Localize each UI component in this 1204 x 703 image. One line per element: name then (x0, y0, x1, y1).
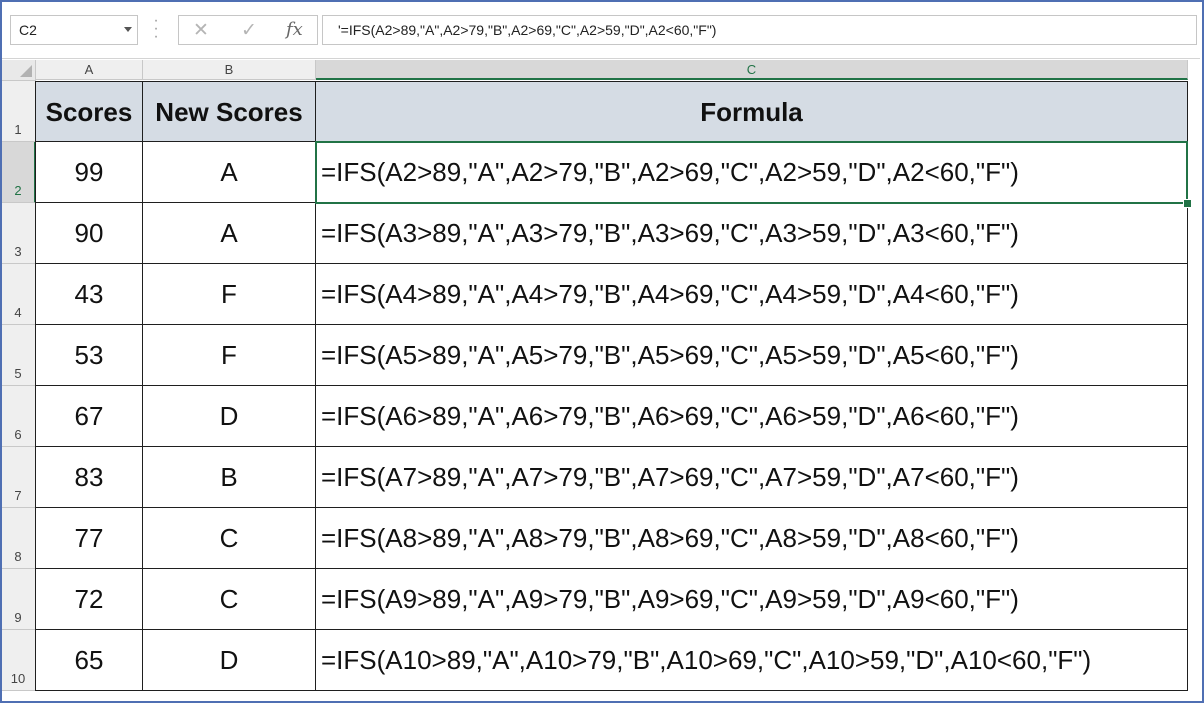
cell-a7[interactable]: 83 (36, 447, 143, 508)
cell-b2[interactable]: A (143, 142, 316, 203)
row-header-4[interactable]: 4 (2, 264, 36, 325)
cell-c5[interactable]: =IFS(A5>89,"A",A5>79,"B",A5>69,"C",A5>59… (316, 325, 1188, 386)
row-header-2[interactable]: 2 (2, 142, 36, 203)
formula-bar: C2 · · · ✕ ✓ fx '=IFS(A2>89,"A",A2>79,"B",… (2, 2, 1200, 59)
cell-b5[interactable]: F (143, 325, 316, 386)
cell-c10[interactable]: =IFS(A10>89,"A",A10>79,"B",A10>69,"C",A1… (316, 630, 1188, 691)
row-number: 7 (14, 488, 22, 503)
row-header-10[interactable]: 10 (2, 630, 36, 691)
cell-b3[interactable]: A (143, 203, 316, 264)
row-number: 5 (14, 366, 22, 381)
cell-b8[interactable]: C (143, 508, 316, 569)
cell-b6[interactable]: D (143, 386, 316, 447)
cell-a10[interactable]: 65 (36, 630, 143, 691)
column-header-a[interactable]: A (36, 60, 143, 80)
cell-c3[interactable]: =IFS(A3>89,"A",A3>79,"B",A3>69,"C",A3>59… (316, 203, 1188, 264)
cell-a8[interactable]: 77 (36, 508, 143, 569)
row-header-8[interactable]: 8 (2, 508, 36, 569)
row-number: 6 (14, 427, 22, 442)
cell-c2[interactable]: =IFS(A2>89,"A",A2>79,"B",A2>69,"C",A2>59… (316, 142, 1188, 203)
cell-b10[interactable]: D (143, 630, 316, 691)
column-header-b[interactable]: B (143, 60, 316, 80)
row-header-5[interactable]: 5 (2, 325, 36, 386)
row-number: 9 (14, 610, 22, 625)
enter-icon[interactable]: ✓ (241, 19, 257, 42)
formula-input-text: '=IFS(A2>89,"A",A2>79,"B",A2>69,"C",A2>5… (338, 22, 717, 38)
row-header-1[interactable]: 1 (2, 81, 36, 142)
formula-buttons: ✕ ✓ fx (178, 15, 318, 45)
cell-c7[interactable]: =IFS(A7>89,"A",A7>79,"B",A7>69,"C",A7>59… (316, 447, 1188, 508)
header-cell-new-scores[interactable]: New Scores (143, 82, 316, 142)
row-header-9[interactable]: 9 (2, 569, 36, 630)
cell-b4[interactable]: F (143, 264, 316, 325)
row-number: 4 (14, 305, 22, 320)
row-number: 8 (14, 549, 22, 564)
row-header-6[interactable]: 6 (2, 386, 36, 447)
formula-input[interactable]: '=IFS(A2>89,"A",A2>79,"B",A2>69,"C",A2>5… (322, 15, 1197, 45)
cell-c4[interactable]: =IFS(A4>89,"A",A4>79,"B",A4>69,"C",A4>59… (316, 264, 1188, 325)
fill-handle[interactable] (1183, 199, 1192, 208)
cell-c9[interactable]: =IFS(A9>89,"A",A9>79,"B",A9>69,"C",A9>59… (316, 569, 1188, 630)
row-header-7[interactable]: 7 (2, 447, 36, 508)
cell-a9[interactable]: 72 (36, 569, 143, 630)
insert-function-icon[interactable]: fx (286, 19, 303, 40)
cell-c6[interactable]: =IFS(A6>89,"A",A6>79,"B",A6>69,"C",A6>59… (316, 386, 1188, 447)
column-header-c[interactable]: C (316, 60, 1188, 80)
name-box[interactable]: C2 (10, 15, 138, 45)
row-number: 10 (10, 671, 26, 686)
cell-b9[interactable]: C (143, 569, 316, 630)
cell-c8[interactable]: =IFS(A8>89,"A",A8>79,"B",A8>69,"C",A8>59… (316, 508, 1188, 569)
select-all-icon (20, 65, 32, 77)
row-header-3[interactable]: 3 (2, 203, 36, 264)
cancel-icon[interactable]: ✕ (193, 19, 209, 42)
cell-a5[interactable]: 53 (36, 325, 143, 386)
row-number: 3 (14, 244, 22, 259)
cell-b7[interactable]: B (143, 447, 316, 508)
row-number: 2 (14, 183, 22, 198)
cell-a4[interactable]: 43 (36, 264, 143, 325)
name-box-value: C2 (19, 22, 37, 38)
drag-handle-icon[interactable]: · · · (153, 13, 159, 45)
cell-a2[interactable]: 99 (36, 142, 143, 203)
header-cell-formula[interactable]: Formula (316, 82, 1188, 142)
chevron-down-icon[interactable] (124, 27, 132, 32)
cell-a6[interactable]: 67 (36, 386, 143, 447)
header-cell-scores[interactable]: Scores (36, 82, 143, 142)
row-number: 1 (14, 122, 22, 137)
select-all-button[interactable] (2, 60, 36, 81)
cell-a3[interactable]: 90 (36, 203, 143, 264)
